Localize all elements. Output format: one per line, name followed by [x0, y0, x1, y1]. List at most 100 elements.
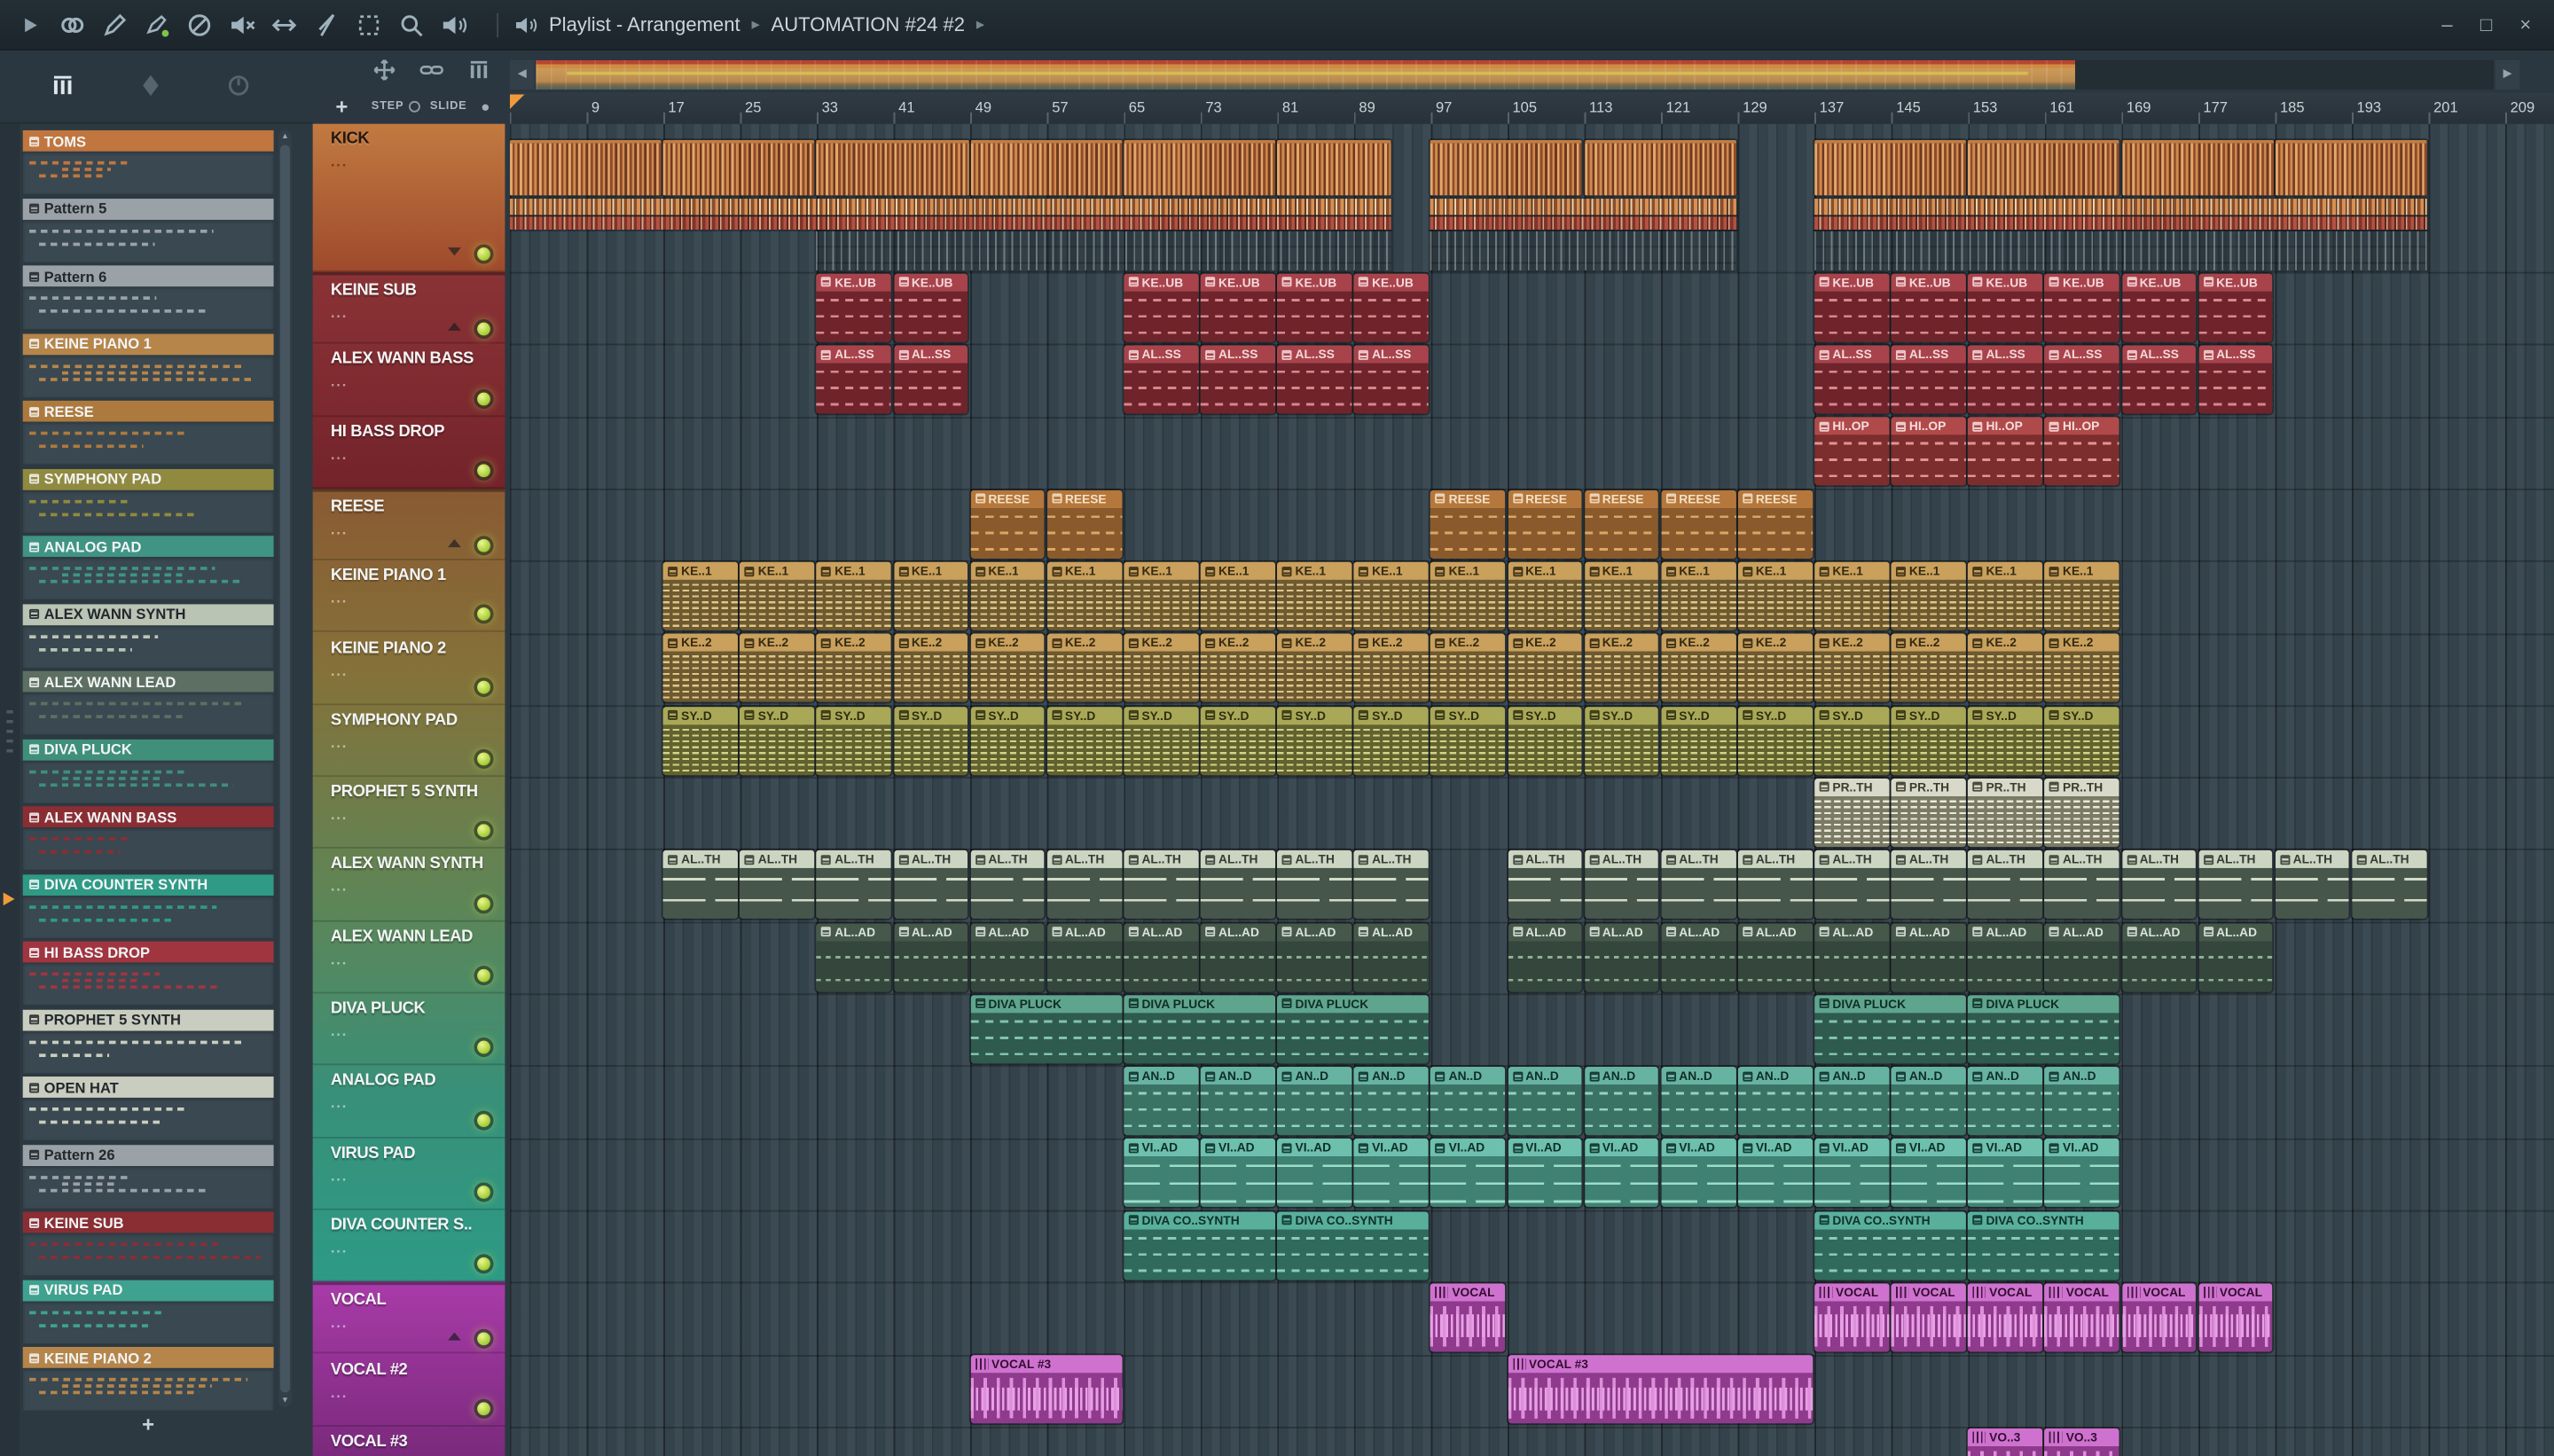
clip-kick-strip[interactable]	[1430, 215, 1736, 230]
track-enable-led[interactable]	[477, 1185, 490, 1199]
playlist-clip-vi-ad[interactable]: VI..AD	[1584, 1139, 1659, 1208]
add-track-button[interactable]: +	[335, 95, 348, 120]
playlist-clip-vocal[interactable]: VOCAL	[2198, 1283, 2273, 1352]
playlist-clip-al-th[interactable]: AL..TH	[662, 850, 738, 920]
move-icon[interactable]	[372, 57, 397, 82]
tool-select-icon[interactable]	[355, 11, 382, 38]
playlist-clip-al-ad[interactable]: AL..AD	[1277, 922, 1352, 991]
group-collapse-up-icon[interactable]	[448, 1333, 461, 1342]
playlist-clip-al-th[interactable]: AL..TH	[1661, 850, 1736, 920]
playlist-clip-al-ad[interactable]: AL..AD	[1814, 922, 1890, 991]
scrollbar-track[interactable]	[536, 59, 2495, 90]
track-header-reese[interactable]: REESE...	[312, 488, 505, 561]
playlist-clip-vi-ad[interactable]: VI..AD	[1124, 1139, 1199, 1208]
scroll-right-button[interactable]: ▶	[2495, 59, 2520, 90]
pattern-item[interactable]: KEINE PIANO 1	[22, 333, 274, 401]
playlist-clip-sy-d[interactable]: SY..D	[893, 706, 968, 775]
playlist-clip-vi-ad[interactable]: VI..AD	[1968, 1139, 2043, 1208]
track-enable-led[interactable]	[477, 752, 490, 766]
playlist-clip-al-th[interactable]: AL..TH	[2121, 850, 2197, 920]
pattern-item[interactable]: REESE	[22, 400, 274, 468]
scroll-left-button[interactable]: ◀	[509, 59, 535, 90]
playlist-clip-ke-1[interactable]: KE..1	[1584, 561, 1659, 630]
playlist-clip-vi-ad[interactable]: VI..AD	[1507, 1139, 1582, 1208]
playlist-clip-diva-pluck[interactable]: DIVA PLUCK	[1968, 994, 2119, 1064]
playlist-clip-ke-2[interactable]: KE..2	[1584, 634, 1659, 703]
playlist-clip-an-d[interactable]: AN..D	[1737, 1067, 1813, 1136]
playlist-clip-ke-1[interactable]: KE..1	[1968, 561, 2043, 630]
track-enable-led[interactable]	[477, 680, 490, 694]
playlist-clip-ke-2[interactable]: KE..2	[970, 634, 1046, 703]
playlist-clip-al-th[interactable]: AL..TH	[893, 850, 968, 920]
tool-draw-icon[interactable]	[101, 11, 129, 38]
playlist-clip-an-d[interactable]: AN..D	[1891, 1067, 1966, 1136]
playlist-clip-ke-ub[interactable]: KE..UB	[1124, 273, 1199, 342]
playlist-clip-an-d[interactable]: AN..D	[1814, 1067, 1890, 1136]
playlist-clip-al-th[interactable]: AL..TH	[1737, 850, 1813, 920]
playlist-clip-ke-1[interactable]: KE..1	[817, 561, 892, 630]
playlist-clip-pr-th[interactable]: PR..TH	[1891, 778, 1966, 848]
playlist-clip-al-ad[interactable]: AL..AD	[1353, 922, 1429, 991]
arrangement-grid[interactable]: KE..UB KE..UB KE..UB KE..UB KE..UB KE..UB KE..…	[509, 123, 2554, 1456]
playlist-clip-al-th[interactable]: AL..TH	[1891, 850, 1966, 920]
clip-kick[interactable]	[970, 139, 1123, 196]
playlist-clip-ke-2[interactable]: KE..2	[893, 634, 968, 703]
playlist-clip-al-th[interactable]: AL..TH	[2198, 850, 2273, 920]
playlist-clip-ke-1[interactable]: KE..1	[1430, 561, 1506, 630]
playlist-clip-vocal[interactable]: VOCAL	[1891, 1283, 1966, 1352]
playlist-clip-an-d[interactable]: AN..D	[1430, 1067, 1506, 1136]
pattern-item[interactable]: ALEX WANN LEAD	[22, 670, 274, 739]
pattern-bars-icon[interactable]	[466, 57, 491, 82]
track-enable-led[interactable]	[477, 323, 490, 336]
playlist-clip-al-ad[interactable]: AL..AD	[1124, 922, 1199, 991]
playlist-clip-ke-2[interactable]: KE..2	[817, 634, 892, 703]
pattern-item[interactable]: Pattern 5	[22, 198, 274, 265]
playlist-clip-al-th[interactable]: AL..TH	[1200, 850, 1275, 920]
playlist-clip-diva-co-synth[interactable]: DIVA CO..SYNTH	[1968, 1210, 2119, 1280]
pattern-item[interactable]: Pattern 6	[22, 265, 274, 333]
playlist-clip-ke-1[interactable]: KE..1	[1124, 561, 1199, 630]
playlist-clip-vocal[interactable]: VOCAL	[1814, 1283, 1890, 1352]
clip-kick-strip[interactable]	[1814, 199, 2427, 215]
add-pattern-button[interactable]: +	[23, 1412, 274, 1447]
playlist-clip-ke-2[interactable]: KE..2	[1277, 634, 1352, 703]
playlist-clip-al-ad[interactable]: AL..AD	[1046, 922, 1122, 991]
track-enable-led[interactable]	[477, 1333, 490, 1347]
playlist-clip-ke-2[interactable]: KE..2	[1507, 634, 1582, 703]
playlist-clip-pr-th[interactable]: PR..TH	[1814, 778, 1890, 848]
playlist-clip-al-ad[interactable]: AL..AD	[1661, 922, 1736, 991]
playlist-clip-hi-op[interactable]: HI..OP	[1891, 417, 1966, 487]
playlist-clip-al-ss[interactable]: AL..SS	[1277, 345, 1352, 414]
playlist-clip-al-ss[interactable]: AL..SS	[2121, 345, 2197, 414]
clip-kick[interactable]	[509, 139, 662, 196]
playlist-clip-al-ad[interactable]: AL..AD	[1737, 922, 1813, 991]
clip-kick[interactable]	[662, 139, 815, 196]
track-header-kick[interactable]: KICK...	[312, 124, 505, 272]
playlist-clip-vi-ad[interactable]: VI..AD	[1430, 1139, 1506, 1208]
track-header-alex-wann-lead[interactable]: ALEX WANN LEAD...	[312, 921, 505, 994]
tool-fl-logo-icon[interactable]	[59, 11, 86, 38]
track-enable-led[interactable]	[477, 391, 490, 405]
playlist-clip-vocal[interactable]: VOCAL	[2121, 1283, 2197, 1352]
playlist-clip-al-th[interactable]: AL..TH	[2352, 850, 2426, 920]
clip-kick[interactable]	[2275, 139, 2427, 196]
playlist-clip-sy-d[interactable]: SY..D	[1046, 706, 1122, 775]
playlist-clip-al-ss[interactable]: AL..SS	[817, 345, 892, 414]
playlist-clip-ke-1[interactable]: KE..1	[1814, 561, 1890, 630]
playlist-clip-ke-ub[interactable]: KE..UB	[1968, 273, 2043, 342]
pattern-item[interactable]: KEINE PIANO 2	[22, 1346, 274, 1414]
playlist-clip-al-ss[interactable]: AL..SS	[1200, 345, 1275, 414]
track-enable-led[interactable]	[477, 896, 490, 911]
playlist-clip-sy-d[interactable]: SY..D	[1814, 706, 1890, 775]
playlist-clip-ke-ub[interactable]: KE..UB	[2198, 273, 2273, 342]
clip-kick-strip[interactable]	[1814, 230, 2427, 270]
playlist-clip-reese[interactable]: REESE	[1661, 489, 1736, 559]
playlist-clip-diva-pluck[interactable]: DIVA PLUCK	[1124, 994, 1275, 1064]
pattern-item[interactable]: KEINE SUB	[22, 1211, 274, 1280]
playlist-clip-diva-co-synth[interactable]: DIVA CO..SYNTH	[1277, 1210, 1429, 1280]
clip-kick-strip[interactable]	[1430, 230, 1736, 270]
playlist-clip-al-ad[interactable]: AL..AD	[2121, 922, 2197, 991]
horizontal-scrollbar[interactable]: ◀ ▶	[509, 59, 2554, 90]
slide-indicator[interactable]	[482, 104, 490, 111]
playlist-clip-pr-th[interactable]: PR..TH	[1968, 778, 2043, 848]
